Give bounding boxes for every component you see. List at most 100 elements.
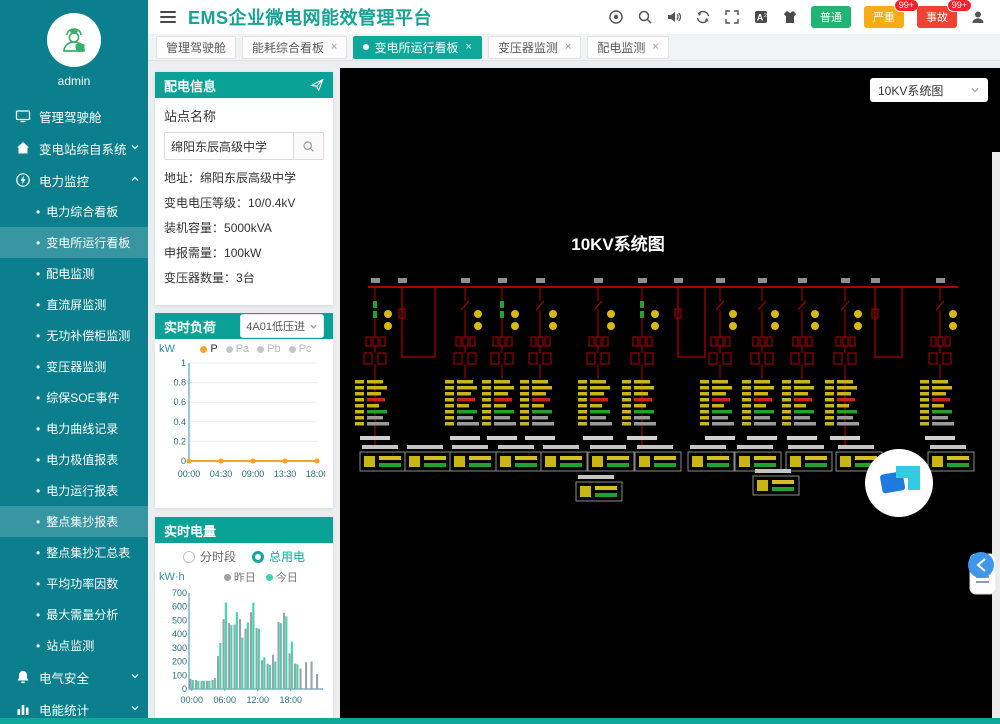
sidebar-item-label: 电能统计 bbox=[39, 700, 89, 719]
chevron-down-icon bbox=[309, 322, 318, 331]
send-icon[interactable] bbox=[310, 78, 324, 92]
diagram-select[interactable]: 10KV系统图 bbox=[870, 78, 988, 102]
app-header: EMS企业微电网能效管理平台 A2普通严重99+事故99+ bbox=[148, 0, 1000, 35]
menu-toggle-icon[interactable] bbox=[160, 8, 176, 26]
avatar[interactable] bbox=[47, 13, 101, 67]
svg-text:600: 600 bbox=[172, 602, 187, 612]
tab-close-icon[interactable]: × bbox=[331, 41, 337, 53]
legend-昨日[interactable]: 昨日 bbox=[224, 569, 256, 585]
system-diagram-area: 10KV系统图 10KV系统图 bbox=[340, 68, 1000, 718]
sidebar-item-最大需量分析[interactable]: •最大需量分析 bbox=[0, 599, 148, 630]
energy-mode-radios: 分时段 总用电 bbox=[155, 548, 333, 565]
sidebar: admin 管理驾驶舱变电站综自系统电力监控•电力综合看板•变电所运行看板•配电… bbox=[0, 0, 148, 724]
fullscreen-icon[interactable] bbox=[724, 9, 740, 25]
alarm-badge-2[interactable]: 严重99+ bbox=[864, 6, 904, 28]
info-row: 变电电压等级：10/0.4kV bbox=[164, 191, 324, 216]
target-icon[interactable] bbox=[608, 9, 624, 25]
sidebar-item-label: 最大需量分析 bbox=[46, 606, 118, 623]
radio-label: 分时段 bbox=[200, 548, 236, 565]
load-circuit-select[interactable]: 4A01低压进 bbox=[240, 314, 324, 338]
svg-text:00:00: 00:00 bbox=[178, 469, 201, 479]
svg-text:0.6: 0.6 bbox=[173, 397, 186, 407]
legend-P[interactable]: P bbox=[200, 343, 217, 355]
username: admin bbox=[0, 74, 148, 88]
legend-dot bbox=[289, 346, 296, 353]
legend-Pc[interactable]: Pc bbox=[289, 343, 312, 355]
sidebar-item-平均功率因数[interactable]: •平均功率因数 bbox=[0, 568, 148, 599]
info-label: 变压器数量： bbox=[164, 271, 236, 285]
search-icon[interactable] bbox=[637, 9, 653, 25]
legend-Pa[interactable]: Pa bbox=[226, 343, 249, 355]
station-name-input[interactable] bbox=[164, 132, 294, 160]
tab-变压器监测[interactable]: 变压器监测× bbox=[488, 36, 581, 59]
sidebar-item-整点集抄报表[interactable]: •整点集抄报表 bbox=[0, 506, 148, 537]
radio-label: 总用电 bbox=[269, 548, 305, 565]
svg-text:2: 2 bbox=[764, 13, 767, 19]
sidebar-item-变电站综自系统[interactable]: 变电站综自系统 bbox=[0, 132, 148, 164]
tab-close-icon[interactable]: × bbox=[465, 41, 471, 53]
tab-管理驾驶舱[interactable]: 管理驾驶舱 bbox=[156, 36, 236, 59]
sidebar-item-label: 变电所运行看板 bbox=[46, 234, 130, 251]
refresh-icon[interactable] bbox=[695, 9, 711, 25]
radio-总用电[interactable]: 总用电 bbox=[252, 548, 305, 565]
tab-变电所运行看板[interactable]: 变电所运行看板× bbox=[353, 36, 481, 59]
svg-text:09:00: 09:00 bbox=[242, 469, 265, 479]
alarm-count-badge: 99+ bbox=[894, 0, 919, 12]
svg-text:300: 300 bbox=[172, 643, 187, 653]
info-value: 绵阳东辰高级中学 bbox=[200, 171, 296, 185]
legend-今日[interactable]: 今日 bbox=[266, 569, 298, 585]
sidebar-item-综保SOE事件[interactable]: •综保SOE事件 bbox=[0, 382, 148, 413]
tab-close-icon[interactable]: × bbox=[652, 41, 658, 53]
tab-label: 配电监测 bbox=[597, 39, 645, 56]
chevron-up-icon bbox=[130, 174, 140, 184]
sidebar-item-管理驾驶舱[interactable]: 管理驾驶舱 bbox=[0, 100, 148, 132]
sidebar-item-直流屏监测[interactable]: •直流屏监测 bbox=[0, 289, 148, 320]
floating-assist-widget[interactable] bbox=[968, 552, 996, 594]
sidebar-item-站点监测[interactable]: •站点监测 bbox=[0, 630, 148, 661]
info-value: 5000kVA bbox=[224, 221, 272, 235]
legend-Pb[interactable]: Pb bbox=[257, 343, 280, 355]
chevron-down-icon bbox=[130, 671, 140, 681]
tab-能耗综合看板[interactable]: 能耗综合看板× bbox=[242, 36, 347, 59]
sidebar-item-无功补偿柜监测[interactable]: •无功补偿柜监测 bbox=[0, 320, 148, 351]
chevron-down-icon bbox=[970, 85, 980, 95]
alarm-badge-1[interactable]: 普通 bbox=[811, 6, 851, 28]
active-tab-dot bbox=[363, 44, 369, 50]
font-size-icon[interactable]: A2 bbox=[753, 9, 769, 25]
sidebar-item-电力极值报表[interactable]: •电力极值报表 bbox=[0, 444, 148, 475]
dashboard-icon bbox=[15, 108, 31, 124]
radio-circle bbox=[252, 551, 264, 563]
alarm-badge-3[interactable]: 事故99+ bbox=[917, 6, 957, 28]
sidebar-item-配电监测[interactable]: •配电监测 bbox=[0, 258, 148, 289]
stats-icon bbox=[15, 701, 31, 717]
sidebar-item-变电所运行看板[interactable]: •变电所运行看板 bbox=[0, 227, 148, 258]
sidebar-item-电力曲线记录[interactable]: •电力曲线记录 bbox=[0, 413, 148, 444]
tab-close-icon[interactable]: × bbox=[565, 41, 571, 53]
volume-icon bbox=[666, 9, 682, 25]
svg-text:0.2: 0.2 bbox=[173, 436, 186, 446]
panel-title: 实时电量 bbox=[164, 521, 216, 540]
legend-dot bbox=[224, 574, 231, 581]
sidebar-item-电力综合看板[interactable]: •电力综合看板 bbox=[0, 196, 148, 227]
radio-分时段[interactable]: 分时段 bbox=[183, 548, 236, 565]
axis-unit: kW·h bbox=[159, 571, 185, 583]
bullet-icon: • bbox=[36, 422, 40, 436]
sidebar-item-电力运行报表[interactable]: •电力运行报表 bbox=[0, 475, 148, 506]
tab-配电监测[interactable]: 配电监测 × bbox=[587, 36, 668, 59]
svg-text:18:00: 18:00 bbox=[279, 695, 302, 705]
info-label: 变电电压等级： bbox=[164, 196, 248, 210]
info-label: 申报需量： bbox=[164, 246, 224, 260]
sidebar-item-变压器监测[interactable]: •变压器监测 bbox=[0, 351, 148, 382]
dashboard-icon bbox=[15, 108, 31, 124]
station-search-button[interactable] bbox=[294, 132, 324, 160]
sidebar-item-电气安全[interactable]: 电气安全 bbox=[0, 661, 148, 693]
sidebar-item-整点集抄汇总表[interactable]: •整点集抄汇总表 bbox=[0, 537, 148, 568]
user-icon[interactable] bbox=[970, 9, 986, 25]
volume-icon[interactable] bbox=[666, 9, 682, 25]
sidebar-item-电力监控[interactable]: 电力监控 bbox=[0, 164, 148, 196]
info-label: 装机容量： bbox=[164, 221, 224, 235]
arrow bbox=[130, 702, 140, 716]
font-size-icon: A2 bbox=[753, 9, 769, 25]
target-icon bbox=[608, 9, 624, 25]
theme-icon[interactable] bbox=[782, 9, 798, 25]
